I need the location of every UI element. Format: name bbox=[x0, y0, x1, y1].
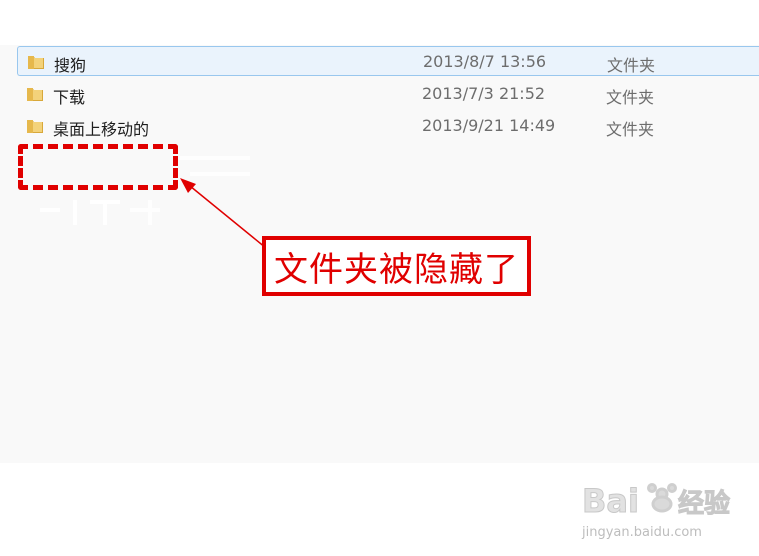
annotation-text: 文件夹被隐藏了 bbox=[274, 249, 519, 290]
baidu-jingyan-watermark: Bai 经验 jingyan.baidu.com bbox=[581, 482, 731, 541]
svg-text:Bai: Bai bbox=[582, 482, 639, 520]
annotation-callout: 文件夹被隐藏了 bbox=[262, 236, 531, 296]
svg-text:经验: 经验 bbox=[678, 488, 730, 519]
svg-text:jingyan.baidu.com: jingyan.baidu.com bbox=[581, 525, 702, 540]
